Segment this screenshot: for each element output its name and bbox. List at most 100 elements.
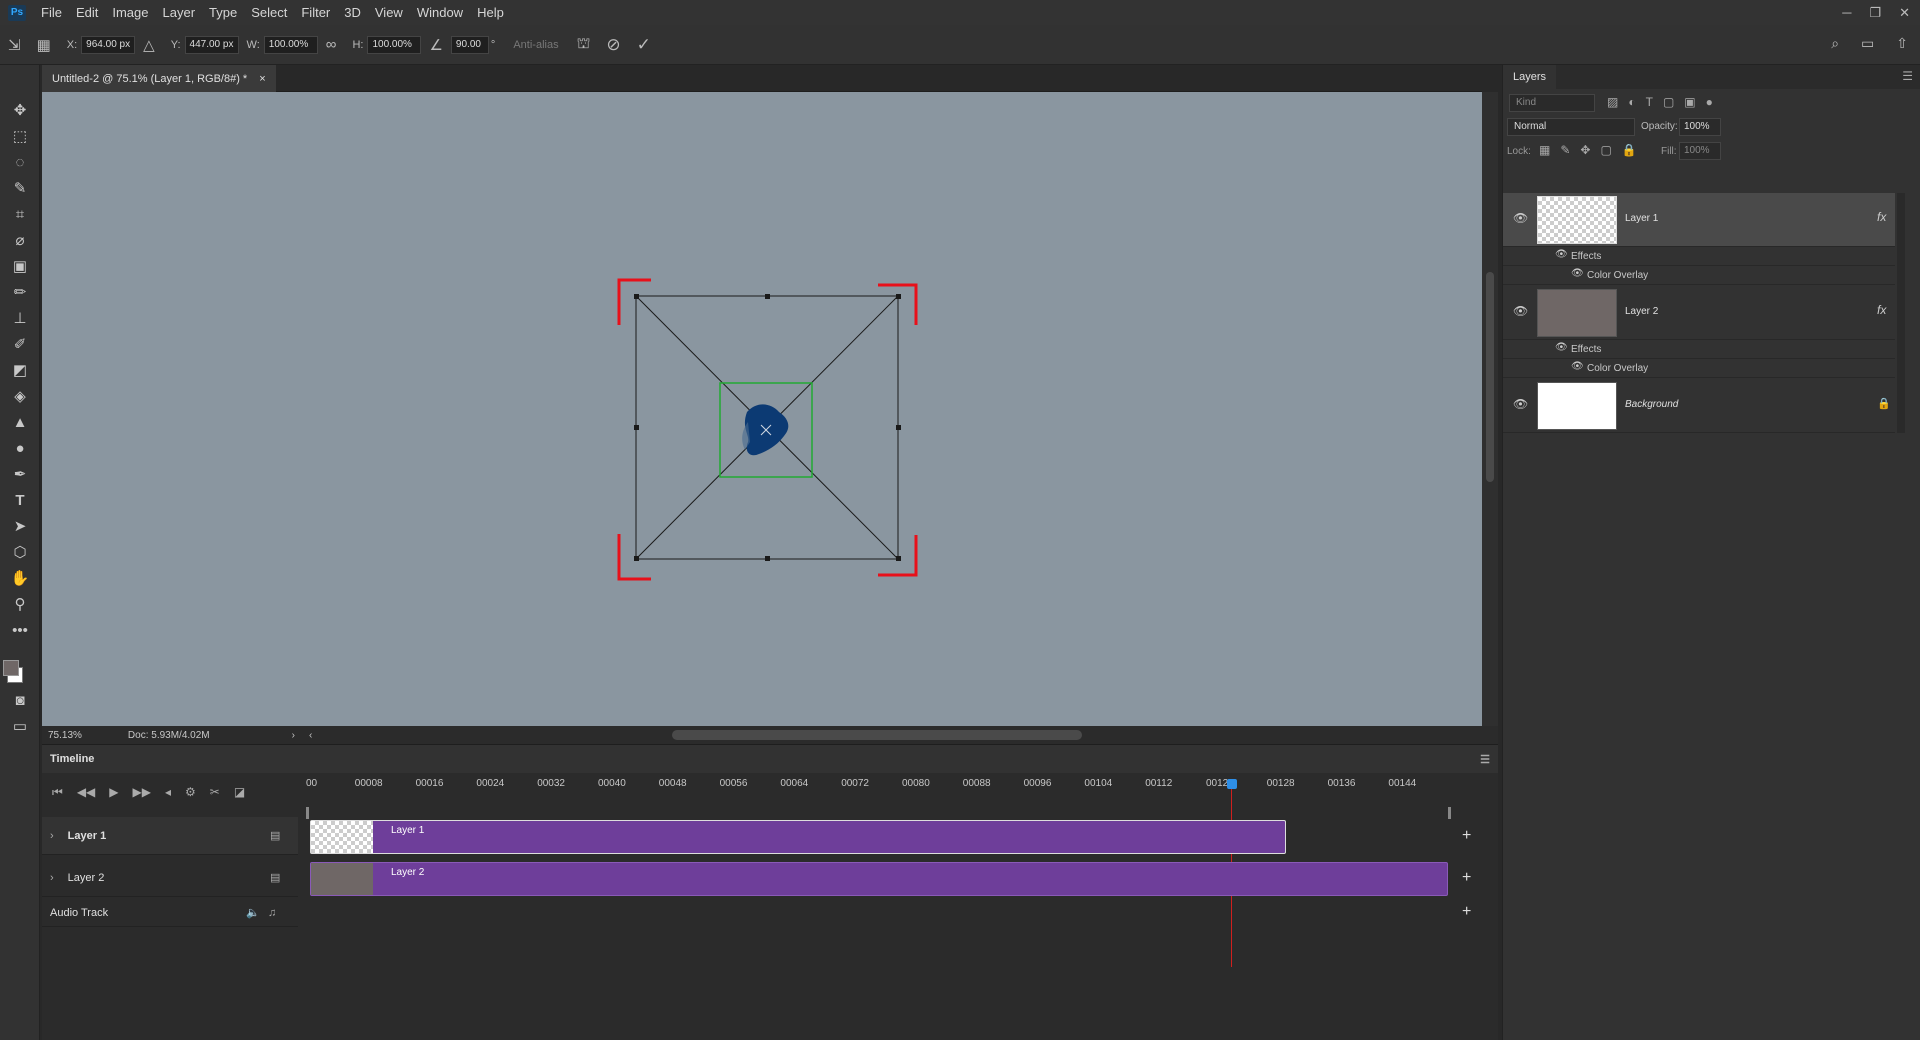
playhead-handle[interactable] (1227, 779, 1237, 789)
expand-track-icon[interactable]: › (50, 830, 54, 842)
search-icon[interactable]: ⌕ (1831, 35, 1839, 52)
menu-help[interactable]: Help (470, 5, 511, 20)
status-expand-icon[interactable]: › (292, 730, 295, 741)
fill-input[interactable]: 100% (1679, 142, 1721, 160)
blur-tool-icon[interactable]: ▲ (0, 409, 40, 435)
warp-mode-icon[interactable]: ⛫ (577, 35, 591, 54)
menu-file[interactable]: File (34, 5, 69, 20)
angle-input[interactable]: 90.00 (450, 35, 489, 54)
work-area-start[interactable] (306, 807, 309, 819)
reference-point-icon[interactable]: ▦ (37, 36, 51, 54)
audio-icon[interactable]: ◂ (165, 785, 171, 799)
lock-transparency-icon[interactable]: ▦ (1539, 143, 1550, 157)
settings-icon[interactable]: ⚙ (185, 785, 196, 799)
filter-type-icon[interactable]: T (1646, 95, 1653, 109)
prev-frame-icon[interactable]: ◀◀ (77, 785, 95, 799)
horizontal-scroll-thumb[interactable] (672, 730, 1082, 740)
filter-adjust-icon[interactable]: ◐ (1628, 95, 1635, 109)
quick-mask-icon[interactable]: ◙ (0, 687, 40, 713)
split-icon[interactable]: ✂ (210, 785, 220, 799)
path-select-icon[interactable]: ➤ (0, 513, 40, 539)
menu-3d[interactable]: 3D (337, 5, 368, 20)
vertical-scroll-thumb[interactable] (1486, 272, 1494, 482)
lock-position-icon[interactable]: ✥ (1580, 143, 1590, 157)
effects-row[interactable]: 👁 Effects (1503, 247, 1895, 266)
eraser-tool-icon[interactable]: ◩ (0, 357, 40, 383)
link-icon[interactable]: ∞ (326, 36, 337, 53)
menu-type[interactable]: Type (202, 5, 244, 20)
x-input[interactable]: 964.00 px (81, 35, 136, 54)
layer-row-layer-2[interactable]: 👁 Layer 2 fx (1503, 286, 1895, 340)
filter-pixel-icon[interactable]: ▨ (1607, 95, 1618, 109)
fx-icon[interactable]: fx (1877, 303, 1886, 317)
quick-select-tool-icon[interactable]: ✎ (0, 175, 40, 201)
h-input[interactable]: 100.00% (367, 35, 422, 54)
type-tool-icon[interactable]: T (0, 487, 40, 513)
layer-name[interactable]: Layer 1 (1625, 213, 1658, 224)
visibility-eye-icon[interactable]: 👁 (1555, 249, 1568, 260)
marquee-tool-icon[interactable]: ⬚ (0, 123, 40, 149)
brush-tool-icon[interactable]: ✏ (0, 279, 40, 305)
menu-image[interactable]: Image (105, 5, 155, 20)
next-frame-icon[interactable]: ▶▶ (133, 785, 151, 799)
menu-window[interactable]: Window (410, 5, 470, 20)
add-media-icon[interactable]: + (1462, 827, 1471, 845)
zoom-level[interactable]: 75.13% (48, 730, 82, 741)
filter-smart-icon[interactable]: ▣ (1684, 95, 1695, 109)
expand-track-icon[interactable]: › (50, 872, 54, 884)
crop-tool-icon[interactable]: ⌗ (0, 201, 40, 227)
w-input[interactable]: 100.00% (263, 35, 318, 54)
visibility-eye-icon[interactable]: 👁 (1571, 268, 1584, 279)
scroll-left-icon[interactable]: ‹ (309, 730, 312, 741)
effects-row[interactable]: 👁 Effects (1503, 340, 1895, 359)
commit-transform-icon[interactable]: ✓ (637, 35, 651, 55)
document-tab[interactable]: Untitled-2 @ 75.1% (Layer 1, RGB/8#) * × (42, 65, 276, 92)
lock-pixels-icon[interactable]: ✎ (1560, 143, 1570, 157)
menu-filter[interactable]: Filter (294, 5, 337, 20)
clip-layer-1[interactable]: Layer 1 (310, 820, 1286, 854)
visibility-eye-icon[interactable]: 👁 (1513, 211, 1528, 225)
timeline-ruler[interactable]: 00 00008 00016 00024 00032 00040 00048 00056 000… (306, 773, 1496, 809)
visibility-eye-icon[interactable]: 👁 (1513, 304, 1528, 318)
filter-toggle-icon[interactable]: ● (1706, 95, 1713, 109)
history-brush-icon[interactable]: ✐ (0, 331, 40, 357)
film-icon[interactable]: ▤ (270, 829, 280, 842)
shape-tool-icon[interactable]: ⬡ (0, 539, 40, 565)
canvas[interactable] (42, 92, 1482, 726)
color-overlay-row[interactable]: 👁 Color Overlay (1503, 359, 1895, 378)
music-note-icon[interactable]: ♫ (268, 907, 276, 919)
y-input[interactable]: 447.00 px (184, 35, 239, 54)
more-tools-icon[interactable]: ••• (0, 617, 40, 643)
blend-mode-select[interactable]: Normal (1507, 118, 1635, 136)
work-area-end[interactable] (1448, 807, 1451, 819)
menu-edit[interactable]: Edit (69, 5, 105, 20)
lock-icon[interactable]: 🔒 (1877, 397, 1891, 410)
screen-mode-icon[interactable]: ▭ (0, 713, 40, 739)
opacity-input[interactable]: 100% (1679, 118, 1721, 136)
lock-artboard-icon[interactable]: ▢ (1600, 143, 1611, 157)
antialias-checkbox[interactable]: Anti-alias (513, 39, 558, 51)
layer-row-layer-1[interactable]: 👁 Layer 1 fx (1503, 193, 1895, 247)
visibility-eye-icon[interactable]: 👁 (1571, 361, 1584, 372)
speaker-icon[interactable]: 🔈 (246, 906, 260, 919)
paint-bucket-icon[interactable]: ◈ (0, 383, 40, 409)
fx-icon[interactable]: fx (1877, 210, 1886, 224)
track-layer-2[interactable]: › Layer 2 ▤ (42, 859, 298, 897)
healing-tool-icon[interactable]: ▣ (0, 253, 40, 279)
visibility-eye-icon[interactable]: 👁 (1555, 342, 1568, 353)
kind-filter[interactable]: Kind (1509, 94, 1595, 112)
pen-tool-icon[interactable]: ✒ (0, 461, 40, 487)
layers-scrollbar[interactable] (1897, 193, 1905, 433)
eyedropper-tool-icon[interactable]: ⌀ (0, 227, 40, 253)
add-audio-icon[interactable]: + (1462, 903, 1471, 921)
canvas-vertical-scrollbar[interactable] (1482, 92, 1498, 726)
film-icon[interactable]: ▤ (270, 871, 280, 884)
first-frame-icon[interactable]: ⏮ (52, 785, 63, 800)
transition-icon[interactable]: ◪ (234, 785, 245, 799)
layer-name[interactable]: Background (1625, 399, 1678, 410)
timeline-menu-icon[interactable]: ☰ (1480, 753, 1490, 766)
cancel-transform-icon[interactable]: ⊘ (606, 35, 620, 55)
play-icon[interactable]: ▶ (109, 785, 118, 799)
add-media-icon[interactable]: + (1462, 869, 1471, 887)
layer-row-background[interactable]: 👁 Background 🔒 (1503, 379, 1895, 433)
